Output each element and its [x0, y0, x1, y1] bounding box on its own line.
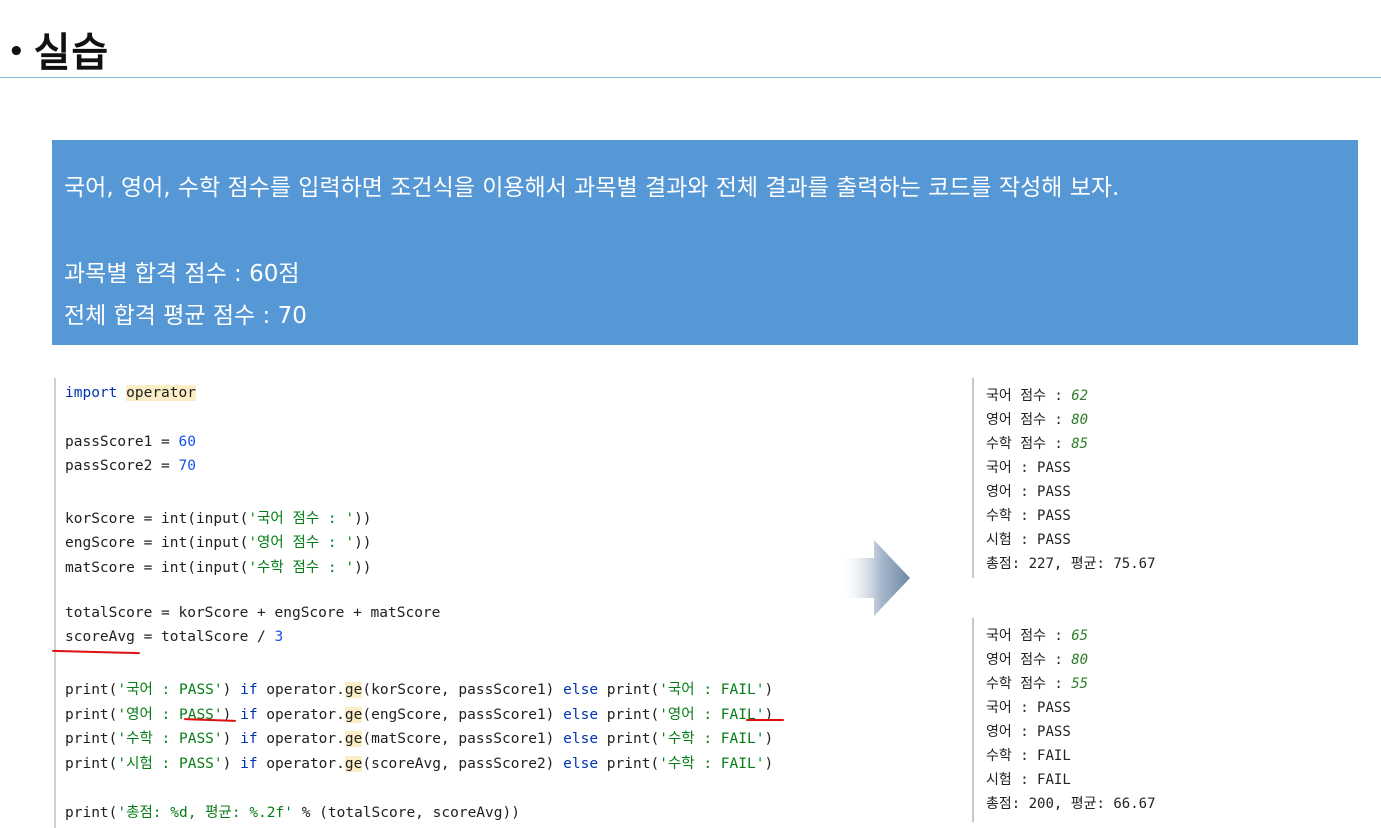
- output-line: 영어 점수 : 80: [986, 652, 1089, 668]
- annotation-underline-scoreavg: [51, 649, 141, 655]
- code-line-passscore1: passScore1 = 60: [65, 434, 196, 450]
- output-line: 수학 : FAIL: [986, 748, 1071, 764]
- total-pass-score: 전체 합격 평균 점수 : 70: [64, 303, 307, 329]
- output-line: 총점: 200, 평균: 66.67: [986, 796, 1156, 812]
- output-line: 시험 : PASS: [986, 532, 1071, 548]
- output-console-2: 국어 점수 : 65 영어 점수 : 80 수학 점수 : 55 국어 : PA…: [972, 618, 1184, 822]
- output-console-1: 국어 점수 : 62 영어 점수 : 80 수학 점수 : 85 국어 : PA…: [972, 378, 1184, 578]
- output-line: 시험 : FAIL: [986, 772, 1071, 788]
- code-line-passscore2: passScore2 = 70: [65, 458, 196, 474]
- annotation-underline-fail: [746, 719, 784, 721]
- code-editor: import operator passScore1 = 60 passScor…: [51, 378, 816, 828]
- code-line-print-avg: print('시험 : PASS') if operator.ge(scoreA…: [65, 756, 774, 772]
- output-line: 영어 : PASS: [986, 484, 1071, 500]
- title-divider: [0, 77, 1381, 78]
- code-line-scoreavg: scoreAvg = totalScore / 3: [65, 629, 284, 645]
- code-line-import: import operator: [65, 385, 196, 401]
- output-line: 국어 점수 : 62: [986, 388, 1089, 404]
- slide-title-text: 실습: [33, 30, 110, 76]
- code-line-print-mat: print('수학 : PASS') if operator.ge(matSco…: [65, 731, 774, 747]
- code-line-print-eng: print('영어 : PASS') if operator.ge(engSco…: [65, 707, 774, 723]
- code-line-print-total: print('총점: %d, 평균: %.2f' % (totalScore, …: [65, 805, 520, 821]
- output-line: 영어 : PASS: [986, 724, 1071, 740]
- code-line-print-kor: print('국어 : PASS') if operator.ge(korSco…: [65, 682, 774, 698]
- code-line-engscore: engScore = int(input('영어 점수 : ')): [65, 535, 372, 551]
- bullet-icon: •: [8, 37, 26, 67]
- code-line-korscore: korScore = int(input('국어 점수 : ')): [65, 511, 372, 527]
- output-line: 국어 점수 : 65: [986, 628, 1089, 644]
- output-line: 국어 : PASS: [986, 700, 1071, 716]
- output-line: 수학 : PASS: [986, 508, 1071, 524]
- task-banner: 국어, 영어, 수학 점수를 입력하면 조건식을 이용해서 과목별 결과와 전체…: [52, 140, 1358, 345]
- code-line-totalscore: totalScore = korScore + engScore + matSc…: [65, 605, 441, 621]
- output-line: 영어 점수 : 80: [986, 412, 1089, 428]
- subject-pass-score: 과목별 합격 점수 : 60점: [64, 261, 300, 287]
- output-line: 총점: 227, 평균: 75.67: [986, 556, 1156, 572]
- output-line: 수학 점수 : 85: [986, 436, 1089, 452]
- arrow-right-icon: [838, 540, 910, 616]
- code-line-matscore: matScore = int(input('수학 점수 : ')): [65, 560, 372, 576]
- output-line: 수학 점수 : 55: [986, 676, 1089, 692]
- output-line: 국어 : PASS: [986, 460, 1071, 476]
- slide-title: • 실습: [8, 20, 109, 78]
- task-description: 국어, 영어, 수학 점수를 입력하면 조건식을 이용해서 과목별 결과와 전체…: [64, 175, 1120, 201]
